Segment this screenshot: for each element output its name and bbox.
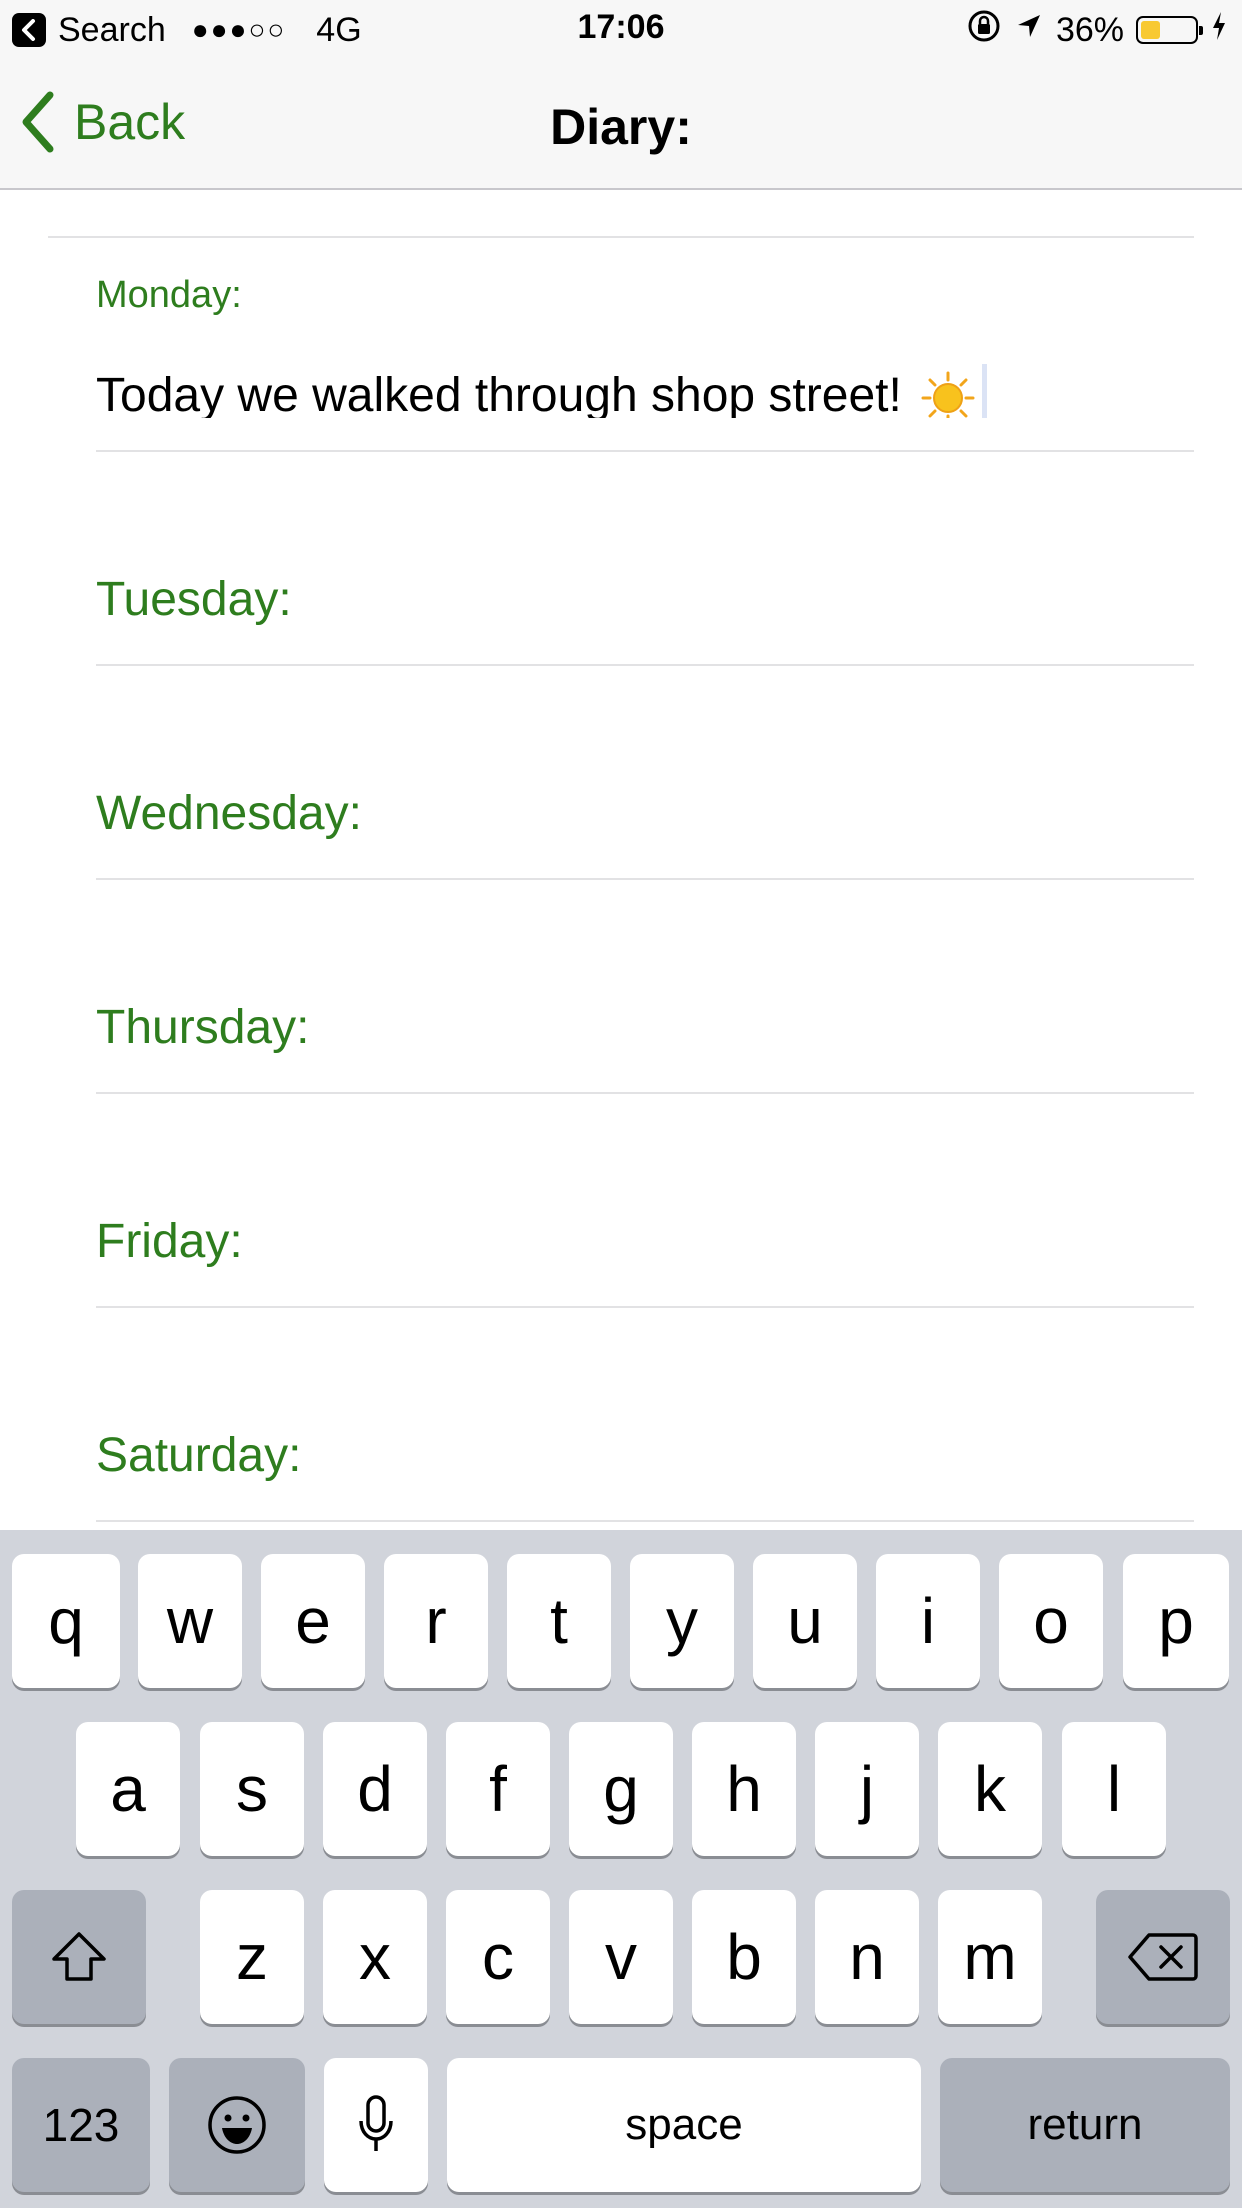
key-t[interactable]: t	[507, 1554, 611, 1688]
key-a[interactable]: a	[76, 1722, 180, 1856]
dictation-key[interactable]	[324, 2058, 428, 2192]
key-j[interactable]: j	[815, 1722, 919, 1856]
key-g[interactable]: g	[569, 1722, 673, 1856]
key-r[interactable]: r	[384, 1554, 488, 1688]
thursday-label: Thursday:	[96, 1001, 310, 1054]
key-b[interactable]: b	[692, 1890, 796, 2024]
key-e[interactable]: e	[261, 1554, 365, 1688]
friday-label: Friday:	[96, 1215, 243, 1268]
tuesday-field[interactable]: Tuesday:	[96, 452, 1194, 666]
charging-icon	[1210, 10, 1228, 51]
battery-level	[1141, 21, 1160, 39]
keyboard: q w e r t y u i o p a s d f g h j k l z …	[0, 1530, 1242, 2208]
saturday-label: Saturday:	[96, 1429, 302, 1482]
orientation-lock-icon	[966, 8, 1002, 53]
key-n[interactable]: n	[815, 1890, 919, 2024]
key-z[interactable]: z	[200, 1890, 304, 2024]
monday-entry-text: Today we walked through shop street!	[96, 369, 902, 418]
key-m[interactable]: m	[938, 1890, 1042, 2024]
emoji-key[interactable]	[169, 2058, 305, 2192]
sun-icon	[920, 370, 976, 418]
return-key[interactable]: return	[940, 2058, 1230, 2192]
battery-percent: 36%	[1055, 10, 1124, 49]
key-h[interactable]: h	[692, 1722, 796, 1856]
backspace-icon	[1128, 1933, 1198, 1981]
monday-text-input[interactable]: Today we walked through shop street!	[96, 360, 987, 418]
key-f[interactable]: f	[446, 1722, 550, 1856]
microphone-icon	[359, 2095, 393, 2151]
navigation-bar: Back Diary:	[0, 60, 1242, 190]
page-title: Diary:	[550, 99, 692, 155]
key-c[interactable]: c	[446, 1890, 550, 2024]
thursday-field[interactable]: Thursday:	[96, 880, 1194, 1094]
status-bar-right: 36%	[954, 8, 1228, 52]
diary-form: Monday: Today we walked through shop str…	[0, 190, 1242, 1530]
key-l[interactable]: l	[1062, 1722, 1166, 1856]
key-d[interactable]: d	[323, 1722, 427, 1856]
divider	[96, 1520, 1194, 1522]
text-caret	[981, 364, 987, 418]
key-v[interactable]: v	[569, 1890, 673, 2024]
numbers-key[interactable]: 123	[12, 2058, 150, 2192]
key-x[interactable]: x	[323, 1890, 427, 2024]
friday-field[interactable]: Friday:	[96, 1094, 1194, 1308]
monday-field[interactable]: Monday: Today we walked through shop str…	[96, 190, 1194, 452]
key-i[interactable]: i	[876, 1554, 980, 1688]
key-o[interactable]: o	[999, 1554, 1103, 1688]
location-icon	[1014, 11, 1044, 50]
tuesday-label: Tuesday:	[96, 573, 292, 626]
status-bar: Search ●●●○○ 4G 17:06 36%	[0, 0, 1242, 60]
key-s[interactable]: s	[200, 1722, 304, 1856]
key-q[interactable]: q	[12, 1554, 120, 1688]
key-y[interactable]: y	[630, 1554, 734, 1688]
emoji-icon	[208, 2096, 266, 2154]
battery-icon	[1136, 16, 1203, 44]
key-p[interactable]: p	[1123, 1554, 1229, 1688]
delete-key[interactable]	[1096, 1890, 1230, 2024]
saturday-field[interactable]: Saturday:	[96, 1308, 1194, 1522]
key-k[interactable]: k	[938, 1722, 1042, 1856]
shift-icon	[52, 1932, 106, 1981]
battery-nub	[1199, 26, 1203, 35]
key-w[interactable]: w	[138, 1554, 242, 1688]
space-key[interactable]: space	[447, 2058, 921, 2192]
wednesday-field[interactable]: Wednesday:	[96, 666, 1194, 880]
wednesday-label: Wednesday:	[96, 787, 362, 840]
monday-label: Monday:	[96, 274, 242, 316]
shift-key[interactable]	[12, 1890, 146, 2024]
key-u[interactable]: u	[753, 1554, 857, 1688]
